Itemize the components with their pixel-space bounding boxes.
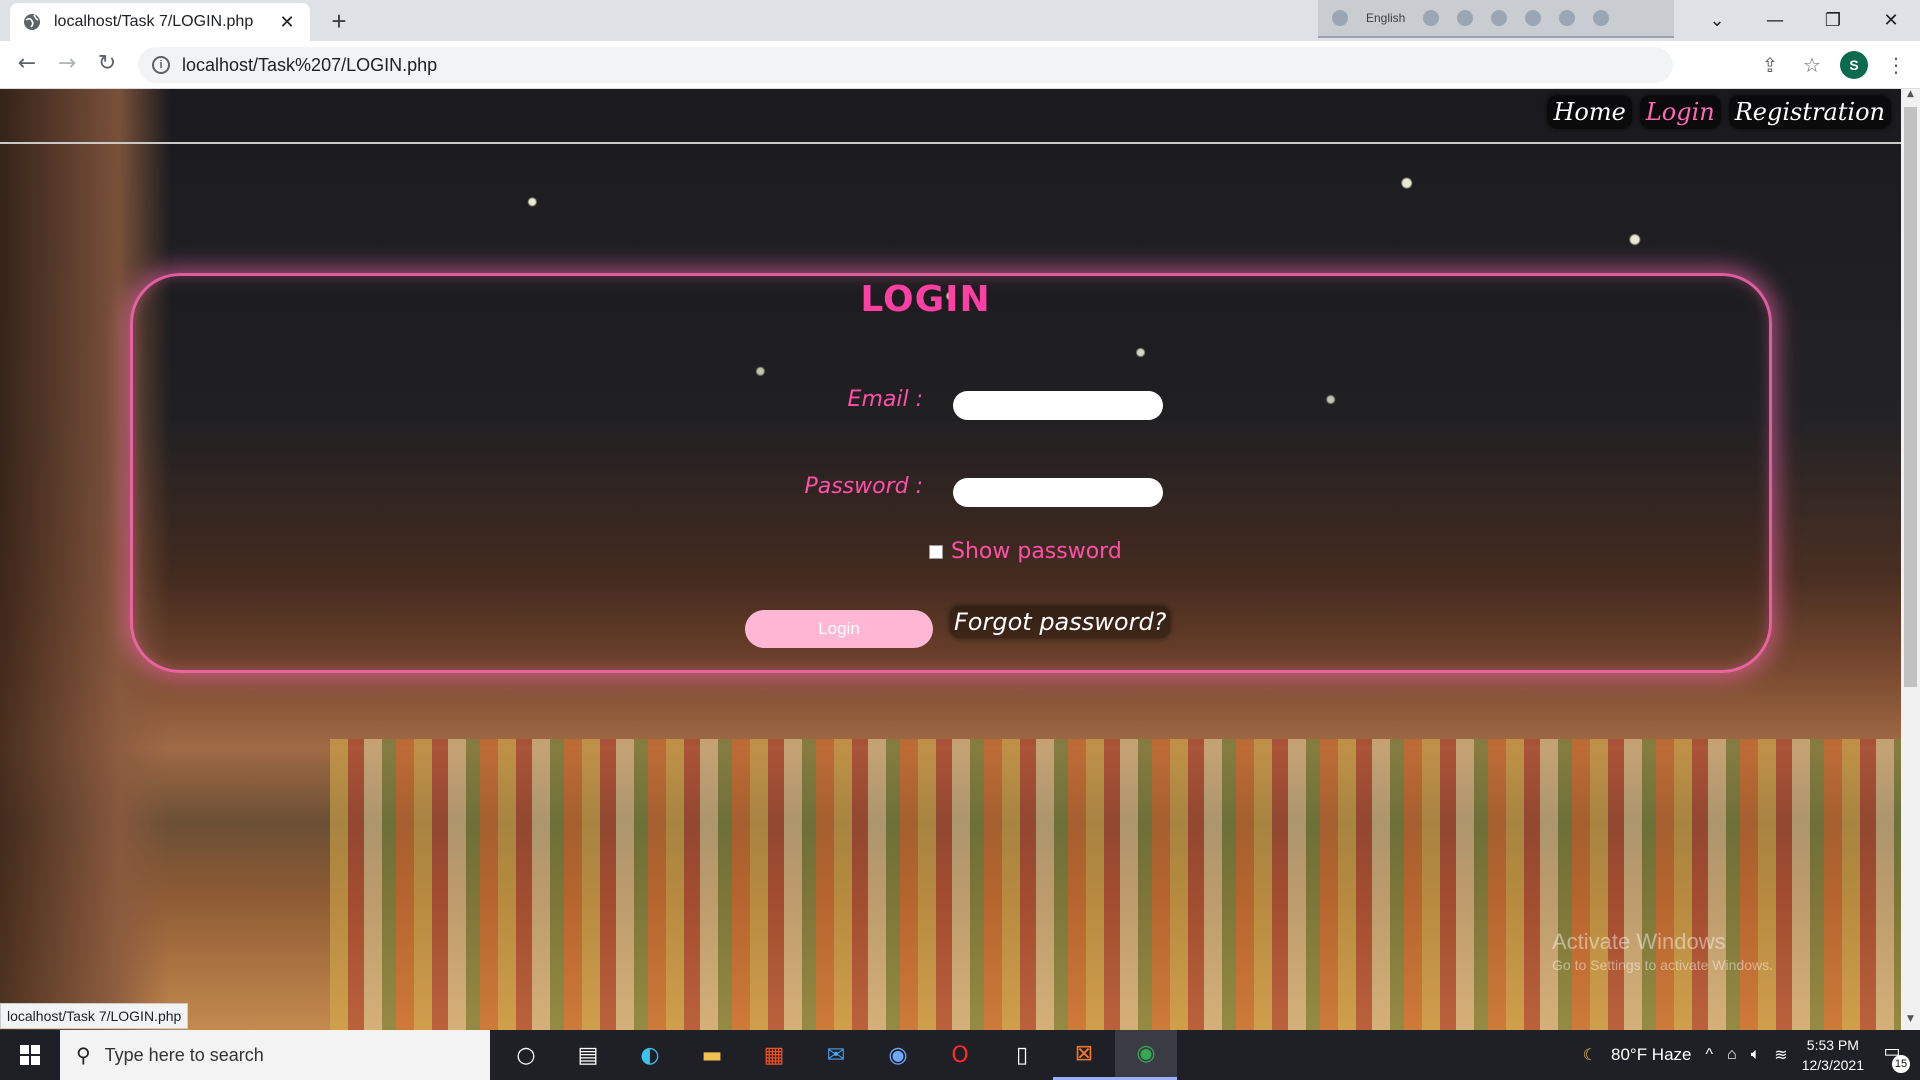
- back-icon[interactable]: ←: [12, 51, 42, 79]
- weather-text[interactable]: 80°F Haze: [1611, 1045, 1692, 1065]
- window-controls: ⌄ — ❐ ✕: [1688, 0, 1920, 41]
- scroll-up-icon[interactable]: ▲: [1901, 89, 1920, 105]
- cortana-icon[interactable]: ○: [495, 1030, 557, 1080]
- page-viewport: Home Login Registration LOGIN Email : Pa…: [0, 89, 1901, 1030]
- show-password-toggle[interactable]: Show password: [929, 539, 1122, 564]
- globe-icon: [24, 14, 40, 30]
- mail-icon[interactable]: ✉: [805, 1030, 867, 1080]
- nav-registration-link[interactable]: Registration: [1728, 95, 1891, 129]
- edge-icon[interactable]: ◐: [619, 1030, 681, 1080]
- password-label: Password :: [804, 474, 923, 499]
- site-info-icon[interactable]: i: [152, 56, 170, 74]
- nav-home-link[interactable]: Home: [1547, 95, 1632, 129]
- windows-taskbar: ⚲ Type here to search ○ ▤ ◐ ▬ ▦ ✉ ◉ O ▯ …: [0, 1030, 1920, 1080]
- email-label: Email :: [847, 387, 923, 412]
- ime-settings-icon[interactable]: [1491, 10, 1508, 26]
- weather-icon[interactable]: ☾: [1583, 1045, 1597, 1065]
- minimize-icon[interactable]: —: [1746, 0, 1804, 41]
- restore-icon[interactable]: ❐: [1804, 0, 1862, 41]
- status-bar-url: localhost/Task 7/LOGIN.php: [0, 1003, 189, 1029]
- browser-tab[interactable]: localhost/Task 7/LOGIN.php ✕: [10, 3, 310, 41]
- chrome-icon[interactable]: ◉: [1115, 1030, 1177, 1080]
- windows-logo-icon: [20, 1045, 40, 1065]
- start-button[interactable]: [0, 1030, 60, 1080]
- system-tray: ☾ 80°F Haze ^ ⌂ 🔈︎ ≋ 5:53 PM 12/3/2021 ▭…: [1583, 1030, 1920, 1080]
- menu-kebab-icon[interactable]: ⋮: [1882, 53, 1910, 77]
- ime-info-icon[interactable]: [1593, 10, 1610, 26]
- close-window-icon[interactable]: ✕: [1862, 0, 1920, 41]
- address-bar: ← → ↻ i localhost/Task%207/LOGIN.php ⇪ ☆…: [0, 41, 1920, 89]
- wifi-icon[interactable]: ≋: [1774, 1045, 1787, 1065]
- xampp-icon[interactable]: ⊠: [1053, 1030, 1115, 1080]
- taskbar-apps: ○ ▤ ◐ ▬ ▦ ✉ ◉ O ▯ ⊠ ◉: [495, 1030, 1177, 1080]
- omnibox[interactable]: i localhost/Task%207/LOGIN.php: [138, 47, 1673, 83]
- reload-icon[interactable]: ↻: [92, 51, 122, 79]
- show-password-label[interactable]: Show password: [951, 539, 1122, 564]
- show-hidden-icons[interactable]: ^: [1706, 1046, 1714, 1064]
- opera-icon[interactable]: O: [929, 1030, 991, 1080]
- show-password-checkbox[interactable]: [929, 544, 943, 559]
- nav-login-link[interactable]: Login: [1639, 95, 1721, 129]
- site-navbar: Home Login Registration: [0, 89, 1901, 144]
- action-center-icon[interactable]: ▭ 15: [1878, 1041, 1910, 1073]
- share-icon[interactable]: ⇪: [1756, 53, 1784, 77]
- page-title: LOGIN: [860, 279, 991, 320]
- new-tab-button[interactable]: +: [324, 6, 354, 37]
- network-icon[interactable]: ⌂: [1727, 1046, 1737, 1064]
- tab-search-icon[interactable]: ⌄: [1688, 0, 1746, 41]
- ime-help-icon[interactable]: [1559, 10, 1576, 26]
- ime-toolbar: English: [1318, 0, 1674, 38]
- task-view-icon[interactable]: ▤: [557, 1030, 619, 1080]
- activate-windows-watermark: Activate Windows Go to Settings to activ…: [1552, 929, 1773, 973]
- ime-language[interactable]: English: [1366, 11, 1405, 25]
- password-field[interactable]: [953, 478, 1163, 507]
- ime-logo-icon[interactable]: [1332, 10, 1348, 26]
- taskbar-search[interactable]: ⚲ Type here to search: [60, 1030, 490, 1080]
- profile-avatar[interactable]: S: [1840, 51, 1868, 79]
- ime-mode-icon[interactable]: [1423, 10, 1440, 26]
- notepad-icon[interactable]: ▯: [991, 1030, 1053, 1080]
- page-scrollbar[interactable]: ▲ ▼: [1901, 89, 1920, 1030]
- scrollbar-thumb[interactable]: [1904, 107, 1917, 687]
- store-icon[interactable]: ▦: [743, 1030, 805, 1080]
- browser-tab-bar: localhost/Task 7/LOGIN.php ✕ + English ⌄…: [0, 0, 1920, 41]
- tab-title: localhost/Task 7/LOGIN.php: [54, 13, 254, 30]
- scroll-down-icon[interactable]: ▼: [1901, 1014, 1920, 1030]
- toolbar-actions: ⇪ ☆ S ⋮: [1756, 47, 1920, 83]
- clock-date: 12/3/2021: [1801, 1057, 1864, 1073]
- ime-ie-icon[interactable]: [1525, 10, 1542, 26]
- forgot-password-link[interactable]: Forgot password?: [950, 606, 1171, 638]
- search-icon: ⚲: [76, 1043, 91, 1067]
- watermark-subtitle: Go to Settings to activate Windows.: [1552, 957, 1773, 973]
- login-button[interactable]: Login: [745, 610, 933, 648]
- close-tab-icon[interactable]: ✕: [276, 12, 298, 33]
- search-placeholder: Type here to search: [104, 1044, 264, 1065]
- taskbar-clock[interactable]: 5:53 PM 12/3/2021: [1802, 1035, 1864, 1075]
- clock-time: 5:53 PM: [1806, 1037, 1859, 1053]
- watermark-title: Activate Windows: [1552, 929, 1726, 954]
- file-explorer-icon[interactable]: ▬: [681, 1030, 743, 1080]
- nav-links: Home Login Registration: [1547, 95, 1891, 129]
- volume-icon[interactable]: 🔈︎: [1751, 1046, 1761, 1064]
- chromium-icon[interactable]: ◉: [867, 1030, 929, 1080]
- bookmark-star-icon[interactable]: ☆: [1798, 53, 1826, 77]
- ime-tool-icon[interactable]: [1457, 10, 1474, 26]
- notification-badge: 15: [1892, 1055, 1910, 1073]
- url-text[interactable]: localhost/Task%207/LOGIN.php: [182, 55, 437, 76]
- email-field[interactable]: [953, 391, 1163, 420]
- forward-icon[interactable]: →: [52, 51, 82, 79]
